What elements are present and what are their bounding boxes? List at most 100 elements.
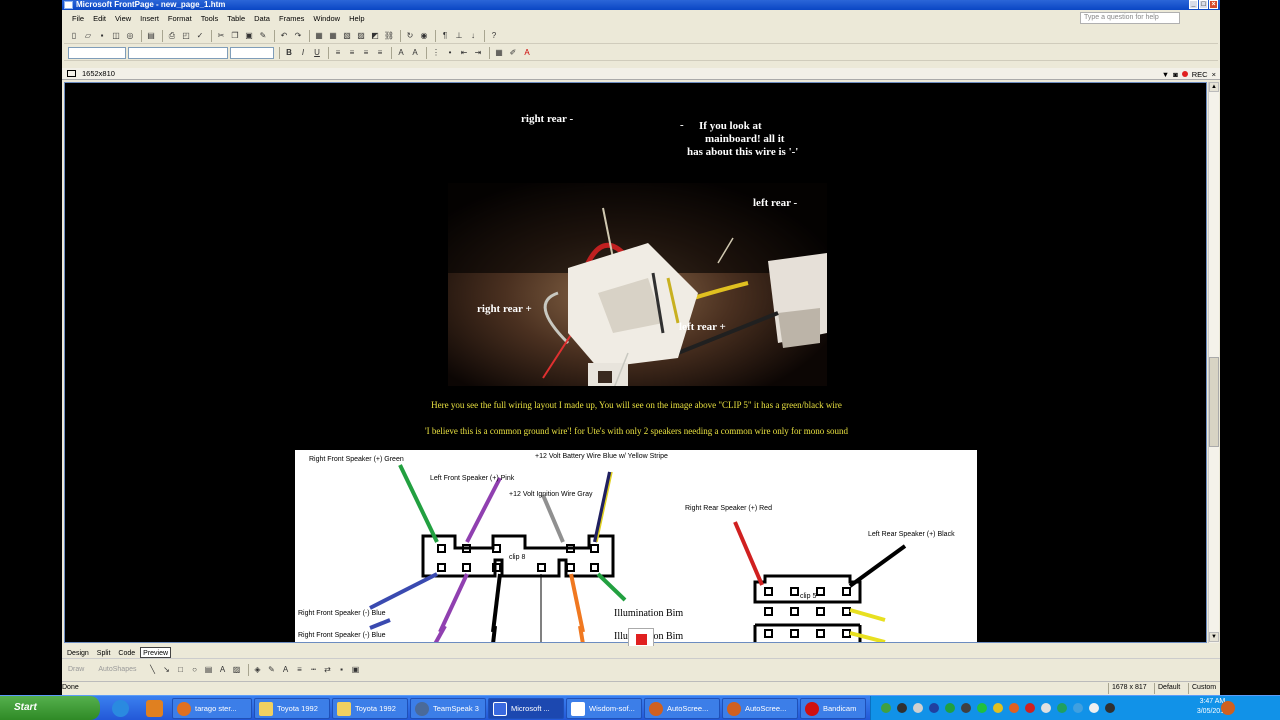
italic-icon[interactable]: I [297, 47, 309, 58]
open-icon[interactable]: ▱ [82, 30, 94, 41]
task-bandicam[interactable]: Bandicam [800, 698, 866, 719]
line-icon[interactable]: ╲ [147, 664, 159, 675]
menu-format[interactable]: Format [168, 14, 192, 23]
down-arrow-icon[interactable]: ↓ [467, 30, 479, 41]
justify-icon[interactable]: ≡ [374, 47, 386, 58]
font-size-select[interactable] [230, 46, 274, 59]
tray-app-icon[interactable] [961, 703, 971, 713]
dash-style-icon[interactable]: ┅ [308, 664, 320, 675]
minimize-button[interactable]: _ [1189, 0, 1198, 9]
highlight-icon[interactable]: ✐ [507, 47, 519, 58]
status-mode[interactable]: Default [1154, 683, 1188, 694]
format-painter-icon[interactable]: ✎ [257, 30, 269, 41]
tray-app-icon[interactable] [1073, 703, 1083, 713]
redo-icon[interactable]: ↷ [292, 30, 304, 41]
tray-app-icon[interactable] [1221, 701, 1235, 715]
preview-icon[interactable]: ◰ [180, 30, 192, 41]
vertical-scrollbar[interactable]: ▲ ▼ [1208, 82, 1219, 643]
menu-data[interactable]: Data [254, 14, 270, 23]
tray-app-icon[interactable] [1057, 703, 1067, 713]
decrease-indent-icon[interactable]: ⇤ [458, 47, 470, 58]
shadow-icon[interactable]: ▪ [336, 664, 348, 675]
tray-app-icon[interactable] [977, 703, 987, 713]
menu-table[interactable]: Table [227, 14, 245, 23]
font-color-icon[interactable]: A [521, 47, 533, 58]
numbering-icon[interactable]: ⋮ [430, 47, 442, 58]
3d-icon[interactable]: ▣ [350, 664, 362, 675]
scroll-thumb[interactable] [1209, 357, 1219, 447]
tray-app-icon[interactable] [913, 703, 923, 713]
menu-view[interactable]: View [115, 14, 131, 23]
bullets-icon[interactable]: • [444, 47, 456, 58]
tab-split[interactable]: Split [94, 647, 114, 658]
textbox-icon[interactable]: ▤ [203, 664, 215, 675]
tray-volume-icon[interactable] [1089, 703, 1099, 713]
publish-icon[interactable]: ◫ [110, 30, 122, 41]
menu-file[interactable]: File [72, 14, 84, 23]
tray-app-icon[interactable] [1041, 703, 1051, 713]
menu-insert[interactable]: Insert [140, 14, 159, 23]
search-icon[interactable]: ◎ [124, 30, 136, 41]
line-color-icon[interactable]: ✎ [266, 664, 278, 675]
menu-tools[interactable]: Tools [201, 14, 219, 23]
title-bar[interactable]: Microsoft FrontPage - new_page_1.htm _ □… [62, 0, 1220, 10]
wordart-icon[interactable]: A [217, 664, 229, 675]
ie-icon[interactable] [112, 700, 129, 717]
insert-layer-icon[interactable]: ▧ [341, 30, 353, 41]
start-button[interactable]: Start [0, 696, 100, 720]
hyperlink-icon[interactable]: ⛓ [383, 30, 395, 41]
task-autoscreen-2[interactable]: AutoScree... [722, 698, 798, 719]
tab-preview[interactable]: Preview [140, 646, 172, 658]
stop-icon[interactable]: ◉ [418, 30, 430, 41]
underline-icon[interactable]: U [311, 47, 323, 58]
fill-color-icon[interactable]: ◈ [252, 664, 264, 675]
increase-indent-icon[interactable]: ⇥ [472, 47, 484, 58]
style-select[interactable] [68, 46, 126, 59]
task-folder-2[interactable]: Toyota 1992 [332, 698, 408, 719]
task-folder-1[interactable]: Toyota 1992 [254, 698, 330, 719]
paste-icon[interactable]: ▣ [243, 30, 255, 41]
font-select[interactable] [128, 46, 228, 59]
tray-app-icon[interactable] [945, 703, 955, 713]
toggle-pane-icon[interactable]: ▤ [145, 30, 157, 41]
tray-app-icon[interactable] [897, 703, 907, 713]
task-wisdom[interactable]: Wisdom-sof... [566, 698, 642, 719]
align-center-icon[interactable]: ≡ [346, 47, 358, 58]
maximize-button[interactable]: □ [1199, 0, 1208, 9]
align-right-icon[interactable]: ≡ [360, 47, 372, 58]
show-formatting-icon[interactable]: ¶ [439, 30, 451, 41]
font-color-draw-icon[interactable]: A [280, 664, 292, 675]
help-icon[interactable]: ? [488, 30, 500, 41]
page-preview[interactable]: right rear - - If you look at mainboard!… [64, 82, 1207, 643]
spelling-icon[interactable]: ✓ [194, 30, 206, 41]
drawing-icon[interactable]: ◩ [369, 30, 381, 41]
bold-icon[interactable]: B [283, 47, 295, 58]
tray-app-icon[interactable] [929, 703, 939, 713]
align-left-icon[interactable]: ≡ [332, 47, 344, 58]
scroll-down-icon[interactable]: ▼ [1209, 632, 1219, 642]
close-button[interactable]: × [1209, 0, 1218, 9]
save-icon[interactable]: ▪ [96, 30, 108, 41]
autoshapes-menu[interactable]: AutoShapes [98, 666, 136, 673]
arrow-icon[interactable]: ↘ [161, 664, 173, 675]
media-player-icon[interactable] [146, 700, 163, 717]
menu-frames[interactable]: Frames [279, 14, 304, 23]
tray-app-icon[interactable] [1025, 703, 1035, 713]
new-page-icon[interactable]: ▯ [68, 30, 80, 41]
tray-app-icon[interactable] [1105, 703, 1115, 713]
dropdown-icon[interactable]: ▼ [1162, 70, 1169, 79]
picture-icon[interactable]: ▨ [231, 664, 243, 675]
menu-edit[interactable]: Edit [93, 14, 106, 23]
copy-icon[interactable]: ❐ [229, 30, 241, 41]
tab-design[interactable]: Design [64, 647, 92, 658]
borders-icon[interactable]: ▦ [493, 47, 505, 58]
quick-tag-icon[interactable]: ⊥ [453, 30, 465, 41]
scroll-up-icon[interactable]: ▲ [1209, 82, 1219, 92]
tray-network-icon[interactable] [881, 703, 891, 713]
camera-icon[interactable]: ◙ [1173, 70, 1178, 79]
refresh-icon[interactable]: ↻ [404, 30, 416, 41]
arrow-style-icon[interactable]: ⇄ [322, 664, 334, 675]
task-teamspeak[interactable]: TeamSpeak 3 [410, 698, 486, 719]
menu-window[interactable]: Window [313, 14, 340, 23]
rectangle-icon[interactable]: □ [175, 664, 187, 675]
